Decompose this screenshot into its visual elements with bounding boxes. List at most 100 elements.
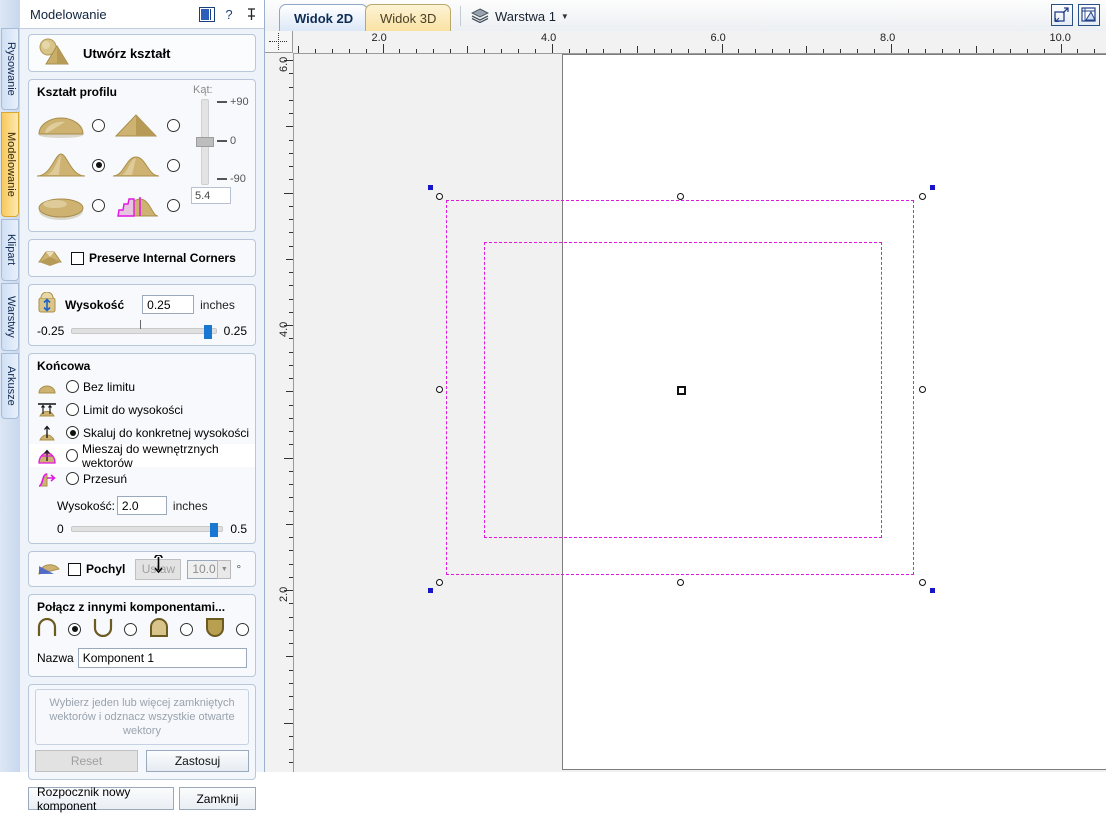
chevron-down-icon[interactable]: ▼: [561, 12, 569, 21]
combine-merge-high-icon: [147, 618, 171, 640]
vtab-arkusze[interactable]: Arkusze: [1, 353, 19, 419]
selection-handle-corner[interactable]: [930, 185, 935, 190]
limit-radio-blend-to-vectors[interactable]: [66, 449, 78, 462]
create-shape-group: Utwórz kształt: [28, 34, 256, 72]
limit-label: Przesuń: [83, 472, 127, 486]
vertical-tab-strip: Rysowanie Modelowanie Klipart Warstwy Ar…: [0, 0, 21, 772]
new-component-button[interactable]: Rozpocznik nowy komponent: [28, 787, 174, 810]
limit-option-no-limit[interactable]: Bez limitu: [29, 375, 255, 398]
limit-option-offset[interactable]: Przesuń: [29, 467, 255, 490]
limit-slider-min: 0: [57, 522, 64, 536]
selection-handle-rotate[interactable]: [677, 193, 684, 200]
angle-slider-thumb[interactable]: [196, 137, 214, 147]
reset-button[interactable]: Reset: [35, 750, 138, 772]
vtab-label: Modelowanie: [5, 132, 17, 197]
profile-custom-radio[interactable]: [167, 199, 180, 212]
expand-icon[interactable]: [198, 5, 216, 23]
ruler-corner[interactable]: [265, 31, 293, 53]
selection-handle-rotate[interactable]: [919, 386, 926, 393]
profile-pyramid-icon: [110, 108, 162, 142]
combine-merge-high-radio[interactable]: [180, 623, 193, 636]
create-shape-icon: [37, 38, 71, 69]
blend-icon: [36, 447, 58, 465]
tab-widok-2d[interactable]: Widok 2D: [279, 4, 368, 31]
toolbar-separator: [460, 6, 461, 26]
profile-dome-radio[interactable]: [92, 119, 105, 132]
profile-flat-ellipse-radio[interactable]: [92, 199, 105, 212]
limit-option-blend-to-vectors[interactable]: Mieszaj do wewnętrznych wektorów: [29, 444, 255, 467]
limit-height-input[interactable]: [117, 496, 167, 515]
scale-height-icon: [36, 424, 58, 442]
profile-dome-icon: [35, 108, 87, 142]
corner-icon: [37, 247, 63, 270]
angle-control: Kąt: +90 0 -90: [191, 80, 255, 231]
bottom-button-row: Rozpocznik nowy komponent Zamknij: [28, 787, 256, 810]
limit-radio-offset[interactable]: [66, 472, 79, 485]
vtab-modelowanie[interactable]: Modelowanie: [1, 112, 19, 217]
profile-shape-picker: [29, 101, 191, 231]
component-name-input[interactable]: [78, 648, 247, 668]
selection-handle-rotate[interactable]: [677, 579, 684, 586]
profile-shape-group: Kształt profilu: [28, 79, 256, 232]
selection-handle-rotate[interactable]: [436, 386, 443, 393]
selection-handle-corner[interactable]: [428, 185, 433, 190]
horizontal-ruler: 2.04.06.08.010.0: [293, 31, 1106, 54]
layer-selector[interactable]: Warstwa 1 ▼: [460, 5, 569, 27]
hint-text: Wybierz jeden lub więcej zamkniętych wek…: [35, 689, 249, 745]
selection-handle-corner[interactable]: [930, 588, 935, 593]
selection-handle-rotate[interactable]: [919, 193, 926, 200]
profile-pyramid-radio[interactable]: [167, 119, 180, 132]
skew-angle-dropdown-icon[interactable]: ▼: [217, 560, 231, 579]
apply-button[interactable]: Zastosuj: [146, 750, 249, 772]
vtab-klipart[interactable]: Klipart: [1, 219, 19, 281]
skew-angle-value[interactable]: 10.0: [187, 560, 217, 579]
toggle-guides-icon[interactable]: [1078, 4, 1100, 26]
preserve-corners-group: Preserve Internal Corners: [28, 239, 256, 277]
height-input[interactable]: [142, 295, 194, 314]
profile-bell-radio[interactable]: [167, 159, 180, 172]
dome-icon: [36, 378, 58, 396]
selection-handle-rotate[interactable]: [436, 193, 443, 200]
close-button[interactable]: Zamknij: [179, 787, 256, 810]
selection-handle-rotate[interactable]: [919, 579, 926, 586]
limit-slider-thumb[interactable]: [210, 523, 218, 537]
drawing-canvas[interactable]: [294, 54, 1106, 772]
help-icon[interactable]: ?: [220, 5, 238, 23]
height-slider-thumb[interactable]: [204, 325, 212, 339]
zoom-extents-icon[interactable]: [1051, 4, 1073, 26]
limit-slider-track[interactable]: [71, 526, 224, 532]
vtab-label: Klipart: [5, 234, 17, 265]
view-area: Widok 2D Widok 3D Warstwa 1 ▼: [265, 0, 1106, 772]
limit-height-unit: inches: [173, 499, 208, 513]
selection-handle-corner[interactable]: [428, 588, 433, 593]
profile-title: Kształt profilu: [29, 80, 191, 101]
create-shape-button[interactable]: Utwórz kształt: [29, 35, 255, 71]
combine-add-radio[interactable]: [68, 623, 81, 636]
limit-label: Bez limitu: [83, 380, 135, 394]
selection-handle-center[interactable]: [677, 386, 686, 395]
combine-merge-low-radio[interactable]: [236, 623, 249, 636]
height-slider-min: -0.25: [37, 324, 64, 338]
limit-radio-limit-to-height[interactable]: [66, 403, 79, 416]
limit-option-limit-to-height[interactable]: Limit do wysokości: [29, 398, 255, 421]
tab-widok-3d[interactable]: Widok 3D: [365, 4, 451, 31]
profile-bell-icon: [110, 148, 162, 182]
angle-tick-label: 0: [230, 135, 236, 147]
skew-checkbox[interactable]: [68, 563, 81, 576]
pin-icon[interactable]: [242, 5, 260, 23]
height-slider-track[interactable]: [71, 328, 216, 334]
tab-label: Widok 3D: [380, 11, 436, 26]
height-unit: inches: [200, 298, 235, 312]
vtab-warstwy[interactable]: Warstwy: [1, 283, 19, 351]
layer-name: Warstwa 1: [495, 9, 556, 24]
profile-concave-radio[interactable]: [92, 159, 105, 172]
selection-handle-rotate[interactable]: [436, 579, 443, 586]
limit-radio-scale-to-height[interactable]: [66, 426, 79, 439]
preserve-corners-checkbox[interactable]: [71, 252, 84, 265]
angle-value-input[interactable]: [191, 187, 231, 204]
combine-subtract-icon: [91, 618, 115, 640]
combine-subtract-radio[interactable]: [124, 623, 137, 636]
vtab-rysowanie[interactable]: Rysowanie: [1, 28, 19, 110]
skew-group: Pochyl Ustaw 10.0 ▼ °: [28, 551, 256, 587]
limit-radio-no-limit[interactable]: [66, 380, 79, 393]
